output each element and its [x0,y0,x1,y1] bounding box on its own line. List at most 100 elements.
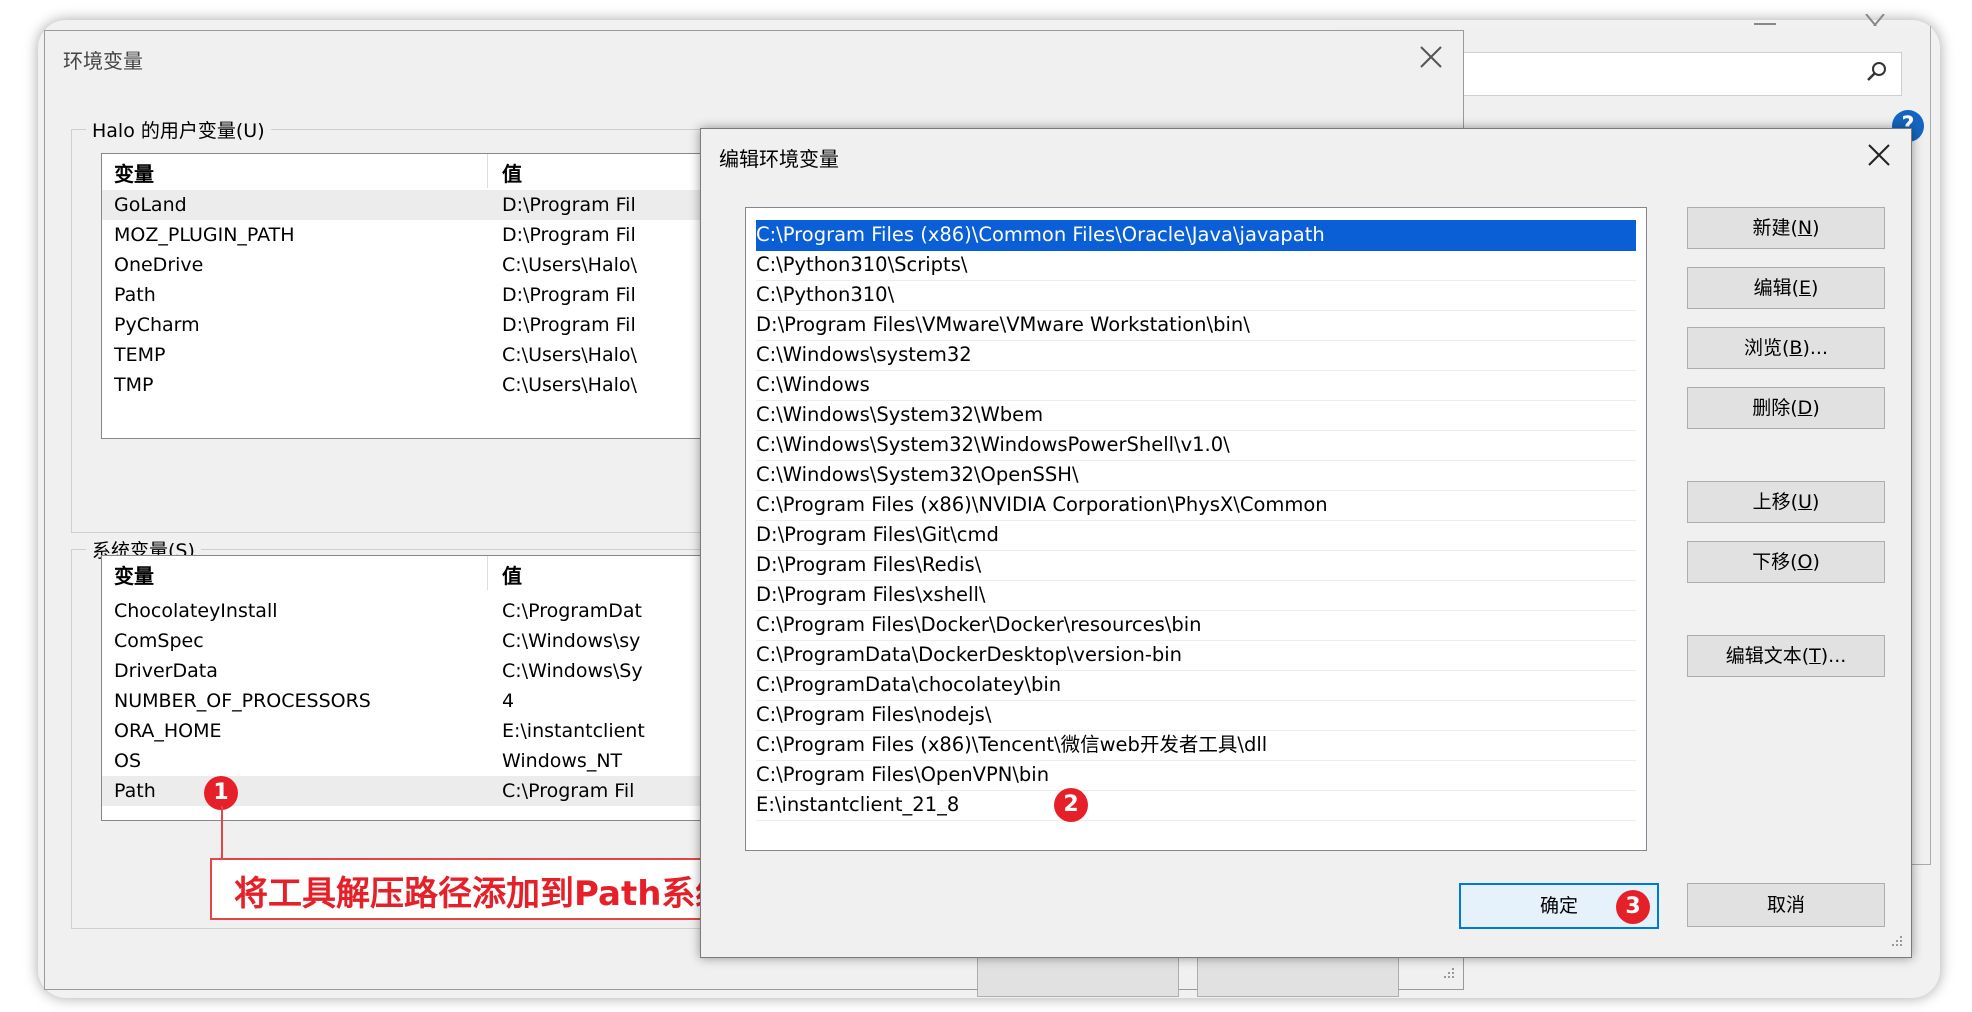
list-item[interactable]: C:\ProgramData\DockerDesktop\version-bin [756,640,1636,671]
list-item[interactable]: C:\Python310\Scripts\ [756,250,1636,281]
list-item[interactable]: D:\Program Files\xshell\ [756,580,1636,611]
button-label: 新建( [1752,217,1798,239]
table-row[interactable]: DriverData C:\Windows\Sy [102,656,802,686]
row-value: C:\Windows\sy [502,630,641,652]
accelerator-key: N [1797,217,1813,239]
list-item[interactable]: C:\Windows\System32\Wbem [756,400,1636,431]
minimize-icon[interactable] [1752,14,1778,26]
step-badge-3: 3 [1616,890,1650,924]
table-row[interactable]: OneDrive C:\Users\Halo\ [102,250,802,280]
column-header-value[interactable]: 值 [502,556,522,590]
column-header-variable[interactable]: 变量 [114,556,154,590]
table-row[interactable]: ChocolateyInstall C:\ProgramDat [102,596,802,626]
button-label-suffix: )... [1802,337,1828,359]
move-down-button[interactable]: 下移(O) [1687,541,1885,583]
row-name: ORA_HOME [114,720,222,742]
move-up-button[interactable]: 上移(U) [1687,481,1885,523]
row-name: PyCharm [114,314,200,336]
edit-environment-variable-dialog: 编辑环境变量 C:\Program Files (x86)\Common Fil… [700,128,1912,958]
accelerator-key: E [1798,277,1811,299]
close-icon-background[interactable] [1862,14,1888,26]
resize-grip-icon[interactable] [1887,933,1905,951]
button-label-suffix: )... [1820,645,1847,667]
new-button[interactable]: 新建(N) [1687,207,1885,249]
table-row[interactable]: TEMP C:\Users\Halo\ [102,340,802,370]
list-item[interactable]: C:\Program Files (x86)\Tencent\微信web开发者工… [756,730,1636,761]
browse-button[interactable]: 浏览(B)... [1687,327,1885,369]
column-divider [487,556,488,590]
close-icon[interactable] [1417,43,1445,71]
table-row[interactable]: ORA_HOME E:\instantclient [102,716,802,746]
table-row[interactable]: TMP C:\Users\Halo\ [102,370,802,400]
user-variables-list[interactable]: 变量 值 GoLand D:\Program Fil MOZ_PLUGIN_PAT… [101,153,803,439]
row-value: D:\Program Fil [502,284,636,306]
list-item-selected[interactable]: C:\Program Files (x86)\Common Files\Orac… [756,220,1636,251]
row-value: 4 [502,690,515,712]
column-header-variable[interactable]: 变量 [114,154,154,188]
table-row[interactable]: NUMBER_OF_PROCESSORS 4 [102,686,802,716]
row-name: ComSpec [114,630,204,652]
column-divider [487,154,488,188]
button-label: 确定 [1539,895,1578,917]
search-input[interactable] [1420,52,1902,96]
row-value: D:\Program Fil [502,314,636,336]
delete-button[interactable]: 删除(D) [1687,387,1885,429]
accelerator-key: D [1797,397,1813,419]
table-row[interactable]: OS Windows_NT [102,746,802,776]
row-value: E:\instantclient [502,720,645,742]
edit-text-button[interactable]: 编辑文本(T)... [1687,635,1885,677]
row-name: GoLand [114,194,187,216]
table-row[interactable]: ComSpec C:\Windows\sy [102,626,802,656]
button-label: 删除( [1752,397,1798,419]
button-label: 取消 [1766,894,1805,916]
column-header-value[interactable]: 值 [502,154,522,188]
button-label: 下移( [1752,551,1798,573]
row-value: D:\Program Fil [502,194,636,216]
button-label-suffix: ) [1811,277,1819,299]
list-item[interactable]: C:\Windows [756,370,1636,401]
row-value: C:\Program Fil [502,780,635,802]
list-item-new-path[interactable]: E:\instantclient_21_8 [756,790,1636,821]
row-value: C:\ProgramDat [502,600,642,622]
list-item[interactable]: C:\ProgramData\chocolatey\bin [756,670,1636,701]
table-row[interactable]: GoLand D:\Program Fil [102,190,802,220]
list-item[interactable]: C:\Windows\system32 [756,340,1636,371]
row-name: Path [114,780,156,802]
edit-button[interactable]: 编辑(E) [1687,267,1885,309]
list-item[interactable]: C:\Windows\System32\OpenSSH\ [756,460,1636,491]
button-label: 编辑( [1753,277,1799,299]
row-name: OneDrive [114,254,204,276]
system-variables-list[interactable]: 变量 值 ChocolateyInstall C:\ProgramDat ComS… [101,555,803,821]
dialog-title: 编辑环境变量 [719,147,839,171]
row-name: TMP [114,374,154,396]
close-icon[interactable] [1865,141,1893,169]
cancel-button[interactable]: 取消 [1687,883,1885,927]
row-name: TEMP [114,344,166,366]
resize-grip-icon[interactable] [1439,965,1457,983]
table-row[interactable]: PyCharm D:\Program Fil [102,310,802,340]
row-name: ChocolateyInstall [114,600,278,622]
list-item[interactable]: D:\Program Files\VMware\VMware Workstati… [756,310,1636,341]
path-list[interactable]: C:\Program Files (x86)\Common Files\Orac… [745,207,1647,851]
list-item[interactable]: C:\Program Files\Docker\Docker\resources… [756,610,1636,641]
callout-connector [221,806,223,860]
search-icon[interactable] [1865,59,1889,83]
table-row[interactable]: Path D:\Program Fil [102,280,802,310]
list-item[interactable]: C:\Python310\ [756,280,1636,311]
list-item[interactable]: C:\Program Files\nodejs\ [756,700,1636,731]
button-label: 浏览( [1744,337,1790,359]
dialog-title: 环境变量 [63,49,143,73]
list-item[interactable]: C:\Windows\System32\WindowsPowerShell\v1… [756,430,1636,461]
user-variables-label: Halo 的用户变量(U) [86,116,271,143]
row-name: Path [114,284,156,306]
list-item[interactable]: C:\Program Files\OpenVPN\bin [756,760,1636,791]
table-row[interactable]: MOZ_PLUGIN_PATH D:\Program Fil [102,220,802,250]
button-label-suffix: ) [1812,217,1820,239]
list-item[interactable]: C:\Program Files (x86)\NVIDIA Corporatio… [756,490,1636,521]
accelerator-key: U [1798,491,1812,513]
accelerator-key: O [1797,551,1813,573]
row-name: NUMBER_OF_PROCESSORS [114,690,371,712]
button-label-suffix: ) [1812,397,1820,419]
list-item[interactable]: D:\Program Files\Git\cmd [756,520,1636,551]
list-item[interactable]: D:\Program Files\Redis\ [756,550,1636,581]
